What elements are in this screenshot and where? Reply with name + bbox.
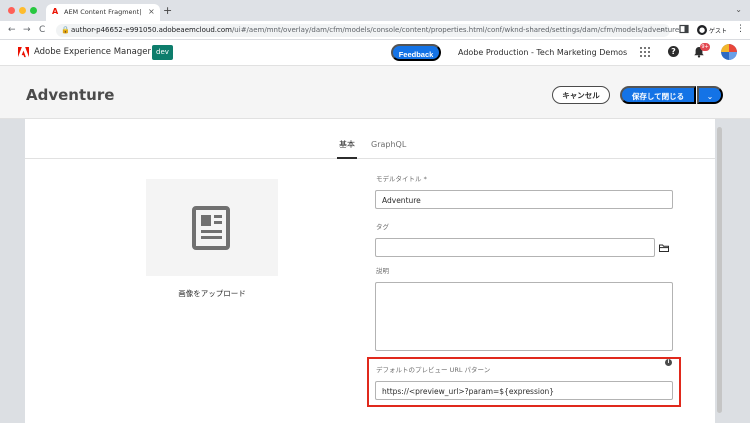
description-textarea[interactable] (375, 282, 673, 351)
url-host: author-p46652-e991050.adobeaemcloud.com (71, 26, 232, 34)
url-path: /ui#/aem/mnt/overlay/dam/cfm/models/cons… (231, 26, 680, 34)
model-title-input[interactable]: Adventure (375, 190, 673, 209)
environment-badge: dev (152, 45, 173, 60)
organization-switcher[interactable]: Adobe Production - Tech Marketing Demos (458, 47, 627, 58)
feedback-button[interactable]: Feedback (391, 44, 441, 61)
minimize-window-button[interactable] (19, 7, 26, 14)
tab-basic[interactable]: 基本 (337, 139, 357, 159)
guest-label: ゲスト (709, 27, 728, 35)
upload-image-label[interactable]: 画像をアップロード (146, 289, 278, 299)
description-label: 説明 (376, 267, 389, 275)
address-url: author-p46652-e991050.adobeaemcloud.com/… (71, 26, 679, 35)
solutions-grid-icon[interactable] (640, 47, 650, 57)
tab-graphql[interactable]: GraphQL (371, 139, 406, 159)
browser-tab-bar: A AEM Content Fragment| Mod × + ⌄ (0, 0, 750, 21)
thumbnail-dropzone[interactable] (146, 179, 278, 276)
page-header: Adventure キャンセル 保存して閉じる ⌄ (0, 66, 750, 119)
tag-input[interactable] (375, 238, 655, 257)
tab-list: 基本 GraphQL (25, 139, 715, 159)
folder-icon[interactable] (655, 238, 673, 257)
back-arrow-icon[interactable]: ← (8, 24, 16, 36)
close-tab-icon[interactable]: × (148, 7, 155, 17)
more-menu-icon[interactable]: ⋮ (736, 24, 745, 35)
user-avatar[interactable] (721, 44, 737, 60)
address-bar[interactable]: 🔒 author-p46652-e991050.adobeaemcloud.co… (56, 24, 679, 37)
cancel-button[interactable]: キャンセル (552, 86, 610, 104)
zoom-icon[interactable]: ⌕ (660, 25, 664, 35)
document-icon (192, 206, 230, 250)
model-title-label: モデルタイトル * (376, 175, 427, 183)
close-window-button[interactable] (8, 7, 15, 14)
help-icon[interactable]: ? (668, 46, 679, 57)
profile-icon: ● (697, 25, 707, 35)
sidebar-toggle-icon[interactable] (679, 24, 689, 38)
maximize-window-button[interactable] (30, 7, 37, 14)
notification-count-badge: 9+ (700, 43, 710, 51)
browser-toolbar: ← → C 🔒 author-p46652-e991050.adobeaemcl… (0, 21, 750, 40)
new-tab-icon[interactable]: + (163, 5, 172, 17)
lock-icon: 🔒 (61, 26, 70, 34)
adobe-favicon-icon: A (52, 7, 59, 16)
preview-url-label: デフォルトのプレビュー URL パターン (376, 366, 491, 374)
scrollbar[interactable] (717, 127, 722, 413)
chevron-down-icon[interactable]: ⌄ (735, 5, 742, 14)
page-title: Adventure (26, 86, 115, 104)
reload-icon[interactable]: C (39, 24, 45, 36)
app-name[interactable]: Adobe Experience Manager (34, 47, 151, 58)
guest-profile-button[interactable]: ● ゲスト (697, 24, 729, 36)
browser-tab-title: AEM Content Fragment| Mod (64, 8, 142, 16)
chevron-down-icon[interactable]: ⌄ (697, 86, 723, 104)
info-icon[interactable]: i (665, 359, 672, 366)
properties-panel: 基本 GraphQL 画像をアップロード モデルタイトル * Adventure… (25, 119, 715, 423)
tag-label: タグ (376, 223, 389, 231)
adobe-logo-icon[interactable] (18, 47, 29, 58)
save-and-close-button[interactable]: 保存して閉じる (620, 86, 696, 104)
preview-url-input[interactable]: https://<preview_url>?param=${expression… (375, 381, 673, 400)
forward-arrow-icon[interactable]: → (23, 24, 31, 36)
aem-shell-header: Adobe Experience Manager dev Feedback Ad… (0, 40, 750, 66)
browser-tab[interactable]: A AEM Content Fragment| Mod × (46, 4, 160, 21)
